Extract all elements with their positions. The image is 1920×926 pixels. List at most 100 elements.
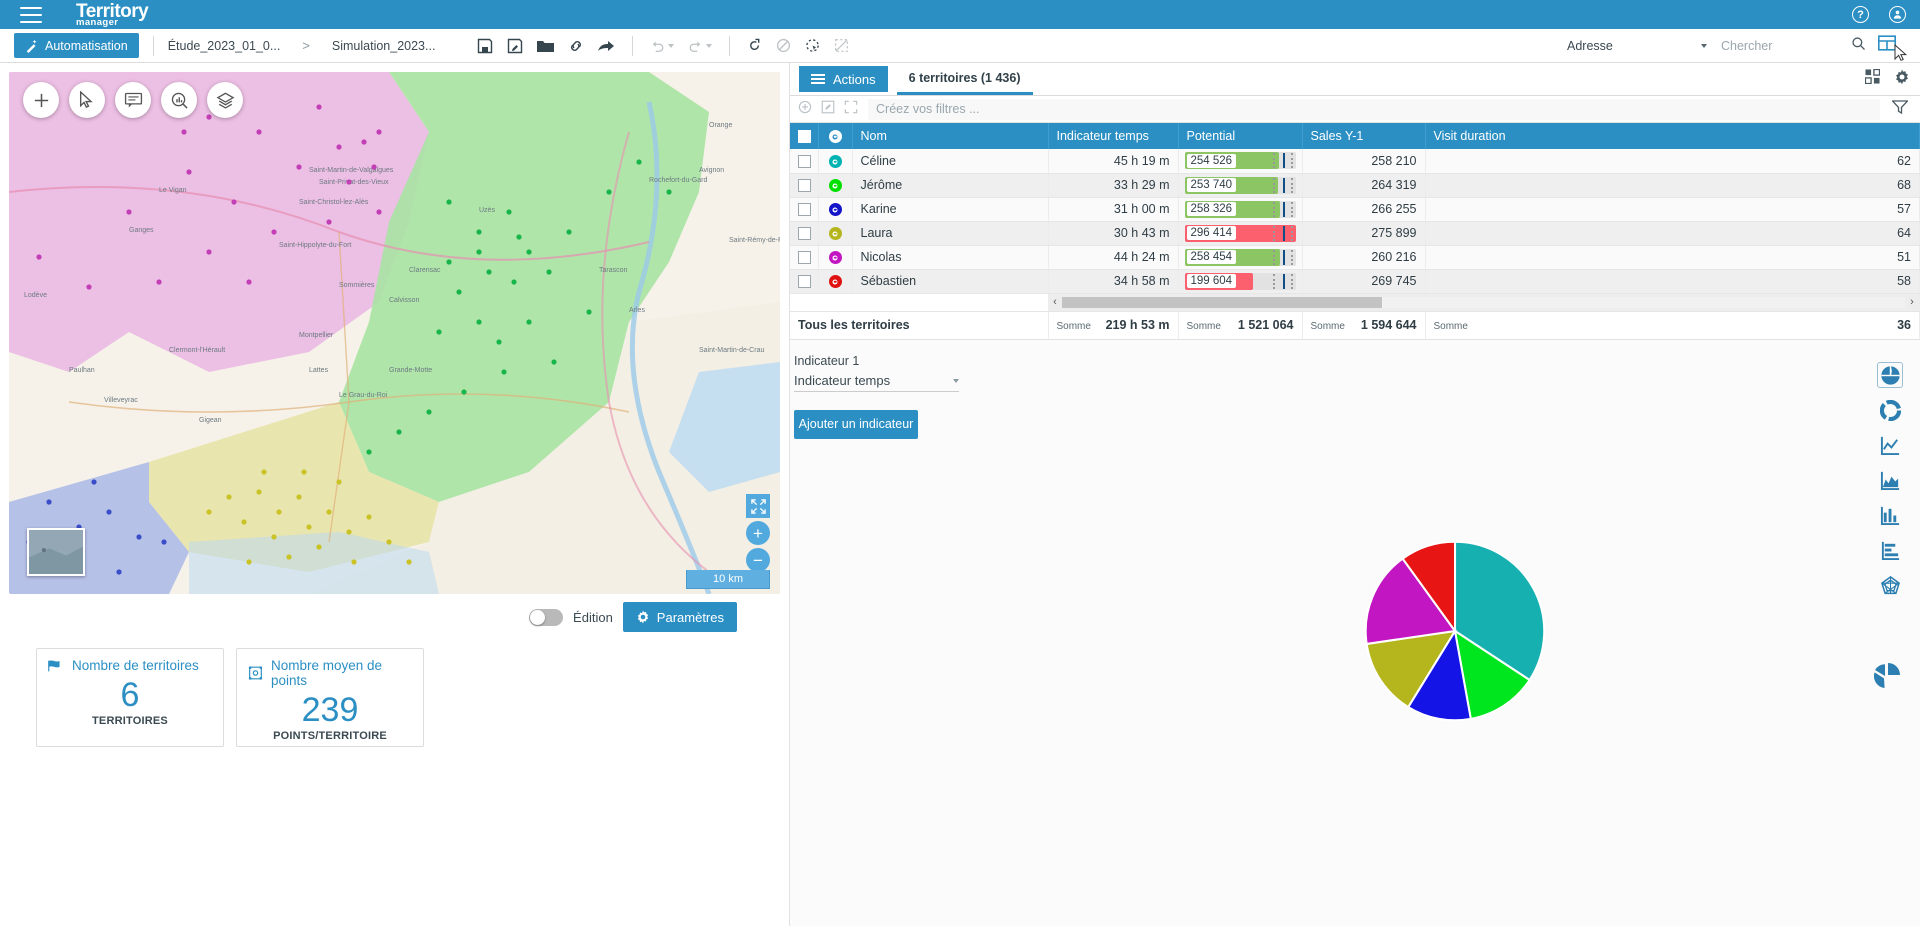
col-header-sales[interactable]: Sales Y-1 (1302, 123, 1426, 150)
eye-icon[interactable] (828, 251, 842, 265)
breadcrumb-item-study[interactable]: Étude_2023_01_0... (168, 39, 281, 53)
col-header-visit-duration[interactable]: Visit duration (1425, 123, 1920, 150)
search-input[interactable] (1721, 38, 1851, 53)
add-filter-icon[interactable] (798, 100, 812, 119)
redo-icon[interactable] (688, 39, 713, 53)
eye-icon[interactable] (828, 155, 842, 169)
hamburger-icon[interactable] (20, 6, 42, 23)
address-select[interactable]: Adresse (1567, 39, 1707, 53)
map-canvas[interactable]: Saint-Martin-de-Valgalgues Saint-Privat-… (9, 72, 780, 594)
actions-button[interactable]: Actions (799, 66, 888, 92)
row-select-cell[interactable] (790, 173, 819, 198)
layers-icon[interactable] (207, 82, 243, 118)
eye-icon[interactable] (828, 227, 842, 241)
eye-icon[interactable] (828, 130, 842, 144)
search-icon[interactable] (1851, 36, 1866, 56)
row-select-cell[interactable] (790, 245, 819, 270)
add-indicator-button[interactable]: Ajouter un indicateur (794, 410, 918, 440)
pie-chart-icon[interactable] (1877, 362, 1903, 389)
folder-icon[interactable] (537, 39, 555, 53)
potential-value: 258 326 (1186, 202, 1237, 217)
pie-chart[interactable] (1362, 538, 1548, 724)
row-visibility-cell[interactable] (818, 149, 853, 174)
table-row[interactable]: Laura 30 h 43 m 296 414 275 899 64 (790, 221, 1920, 246)
eye-icon[interactable] (828, 179, 842, 193)
parameters-button[interactable]: Paramètres (622, 602, 737, 632)
search-area-icon[interactable] (161, 82, 197, 118)
table-row[interactable]: Karine 31 h 00 m 258 326 266 255 57 (790, 197, 1920, 222)
select-all-checkbox[interactable] (798, 130, 811, 144)
add-point-icon[interactable] (23, 82, 59, 118)
hscroll-thumb[interactable] (1062, 296, 1383, 308)
row-visibility-cell[interactable] (818, 221, 853, 246)
undo-icon[interactable] (650, 39, 675, 53)
row-checkbox[interactable] (798, 179, 811, 193)
table-row[interactable]: Jérôme 33 h 29 m 253 740 264 319 68 (790, 173, 1920, 198)
breadcrumb-item-simulation[interactable]: Simulation_2023... (332, 39, 436, 53)
row-select-cell[interactable] (790, 149, 819, 174)
line-chart-icon[interactable] (1877, 432, 1903, 458)
row-checkbox[interactable] (798, 227, 811, 241)
horizontal-bar-chart-icon[interactable] (1877, 537, 1903, 563)
tab-territoires[interactable]: 6 territoires (1 436) (896, 63, 1033, 95)
fullscreen-icon[interactable] (746, 494, 770, 518)
share-icon[interactable] (598, 39, 615, 53)
exploded-pie-icon[interactable] (1872, 661, 1902, 694)
row-checkbox[interactable] (798, 275, 811, 289)
table-row[interactable]: Sébastien 34 h 58 m 199 604 269 745 58 (790, 269, 1920, 294)
row-checkbox[interactable] (798, 203, 811, 217)
lasso-select-icon[interactable] (805, 38, 820, 53)
eye-icon[interactable] (828, 203, 842, 217)
col-header-potential[interactable]: Potential (1178, 123, 1303, 150)
comment-icon[interactable] (115, 82, 151, 118)
bar-chart-icon[interactable] (1877, 502, 1903, 528)
table-row[interactable]: Nicolas 44 h 24 m 258 454 260 216 51 (790, 245, 1920, 270)
edit-filter-icon[interactable] (821, 100, 835, 119)
row-visibility-cell[interactable] (818, 245, 853, 270)
edition-toggle[interactable] (529, 608, 564, 626)
cell-potential: 253 740 (1178, 173, 1303, 198)
save-icon[interactable] (477, 38, 493, 54)
row-visibility-cell[interactable] (818, 197, 853, 222)
automation-button[interactable]: Automatisation (14, 33, 139, 58)
filter-input[interactable] (868, 98, 1880, 120)
row-select-cell[interactable] (790, 197, 819, 222)
eye-icon[interactable] (828, 275, 842, 289)
indicator-select[interactable]: Indicateur temps (794, 373, 959, 393)
horizontal-scrollbar[interactable]: ‹ › (1048, 293, 1920, 312)
cell-visit-duration: 62 (1425, 149, 1920, 174)
grid-settings-icon[interactable] (1864, 68, 1881, 89)
select-all-header[interactable] (790, 123, 819, 150)
row-select-cell[interactable] (790, 269, 819, 294)
row-visibility-cell[interactable] (818, 173, 853, 198)
gear-icon[interactable] (1894, 69, 1910, 90)
chevron-left-icon[interactable]: ‹ (1048, 296, 1062, 308)
table-row[interactable]: Céline 45 h 19 m 254 526 258 210 62 (790, 149, 1920, 174)
donut-chart-icon[interactable] (1877, 397, 1903, 423)
visibility-header[interactable] (818, 123, 853, 150)
save-as-icon[interactable] (507, 38, 523, 54)
account-icon[interactable] (1889, 6, 1906, 23)
row-select-cell[interactable] (790, 221, 819, 246)
row-checkbox[interactable] (798, 155, 811, 169)
zoom-in-button[interactable]: + (746, 521, 770, 545)
hscroll-track[interactable] (1062, 296, 1905, 308)
help-icon[interactable]: ? (1852, 6, 1869, 23)
chevron-right-icon[interactable]: › (1905, 296, 1919, 308)
expand-filter-icon[interactable] (844, 100, 858, 119)
funnel-icon[interactable] (1890, 99, 1910, 119)
col-header-indicateur-temps[interactable]: Indicateur temps (1048, 123, 1179, 150)
forbidden-icon[interactable] (776, 38, 791, 53)
cursor-select-icon[interactable] (69, 82, 105, 118)
table-hscroll-row[interactable]: ‹ › (790, 293, 1920, 312)
refresh-icon[interactable] (747, 38, 762, 53)
link-icon[interactable] (568, 38, 584, 54)
zoom-out-button[interactable]: − (746, 548, 770, 572)
area-chart-icon[interactable] (1877, 467, 1903, 493)
row-visibility-cell[interactable] (818, 269, 853, 294)
clear-selection-icon[interactable] (834, 38, 849, 53)
radar-chart-icon[interactable] (1877, 572, 1903, 598)
row-checkbox[interactable] (798, 251, 811, 265)
col-header-nom[interactable]: Nom (852, 123, 1049, 150)
minimap[interactable] (27, 528, 85, 576)
